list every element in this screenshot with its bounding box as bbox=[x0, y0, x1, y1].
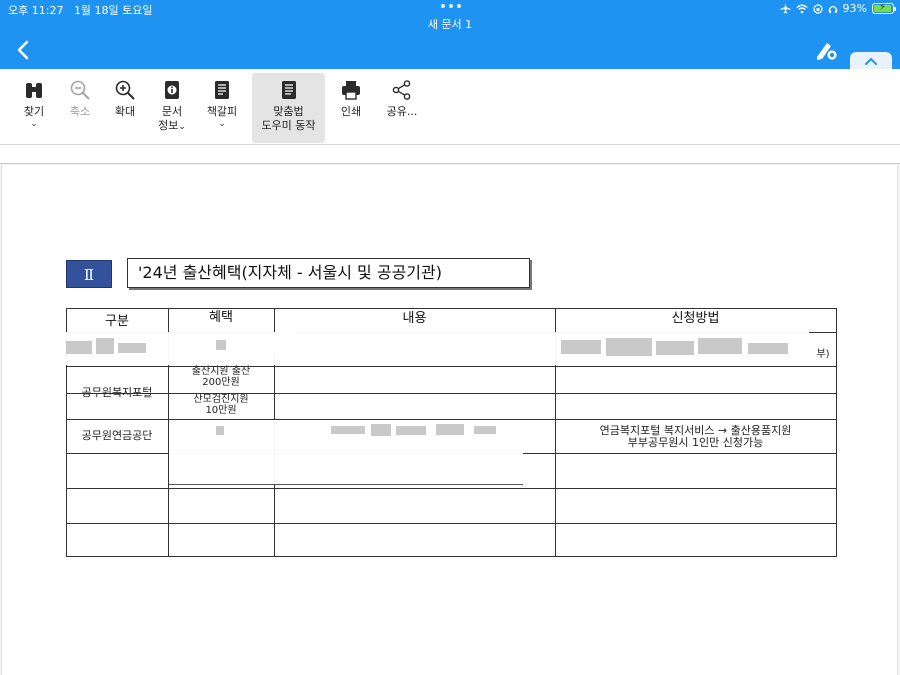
benefit-line: 200만원 bbox=[202, 377, 240, 388]
section-number-badge: Ⅱ bbox=[66, 260, 112, 288]
zoom-in-label: 확대 bbox=[114, 105, 136, 118]
benefit-line: 산모검진지원 bbox=[193, 394, 249, 405]
benefits-table: 구분 혜택 내용 신청방법 부) 공무원복지포털 출산지원 출산 200만원 산… bbox=[64, 308, 837, 557]
chevron-down-icon: ⌄ bbox=[218, 119, 226, 129]
orientation-lock-icon bbox=[812, 3, 823, 14]
chevron-left-icon bbox=[17, 40, 29, 60]
spellcheck-helper-button[interactable]: 맞춤법 도우미 동작 bbox=[252, 73, 325, 143]
previous-page-edge bbox=[0, 145, 900, 164]
chevron-down-icon: ⌄ bbox=[178, 122, 186, 132]
spellcheck-doc-icon bbox=[281, 81, 296, 99]
printer-icon bbox=[342, 81, 360, 100]
zoom-in-icon bbox=[115, 80, 135, 100]
benefit-line: 10만원 bbox=[205, 405, 237, 416]
share-label: 공유... bbox=[386, 105, 418, 118]
title-bar: 오후 11:27 1월 18일 토요일 93% ⚡ 새 문서 1 bbox=[0, 0, 900, 69]
header-content: 내용 bbox=[402, 311, 427, 326]
toolbar: 찾기 ⌄ 축소 확대 문서 정보⌄ 책갈피 ⌄ 맞춤법 도우미 동작 인쇄 공유… bbox=[0, 69, 900, 145]
document-title: 새 문서 1 bbox=[427, 18, 473, 31]
document-info-label-line2: 정보 bbox=[158, 119, 179, 132]
document-page: Ⅱ '24년 출산혜택(지자체 - 서울시 및 공공기관) 구분 혜택 내용 신… bbox=[1, 165, 898, 675]
header-benefit: 혜택 bbox=[209, 310, 233, 325]
benefit-cell: 산모검진지원 10만원 bbox=[168, 394, 274, 416]
document-info-label-line1: 문서 bbox=[161, 105, 183, 118]
battery-percent: 93% bbox=[842, 2, 867, 15]
pen-settings-button[interactable] bbox=[814, 37, 840, 63]
benefit-cell: 출산지원 출산 200만원 bbox=[168, 366, 274, 388]
bookmark-button[interactable]: 책갈피 ⌄ bbox=[200, 73, 244, 143]
print-button[interactable]: 인쇄 bbox=[331, 73, 371, 143]
benefit-line: 출산지원 출산 bbox=[191, 366, 251, 377]
zoom-out-button[interactable]: 축소 bbox=[60, 73, 100, 143]
status-indicators: 93% ⚡ bbox=[780, 2, 896, 15]
battery-icon: ⚡ bbox=[872, 2, 896, 14]
method-cell-fragment: 부) bbox=[816, 349, 830, 360]
spellcheck-helper-label-line2: 도우미 동작 bbox=[261, 119, 316, 132]
chevron-down-icon: ⌄ bbox=[30, 119, 38, 129]
document-info-label: 문서 정보⌄ bbox=[150, 105, 194, 134]
category-cell: 공무원연금공단 bbox=[81, 429, 153, 442]
find-label: 찾기 bbox=[23, 105, 45, 118]
multitask-dots-icon[interactable] bbox=[441, 4, 461, 8]
bookmark-label: 책갈피 bbox=[206, 105, 238, 118]
print-label: 인쇄 bbox=[340, 105, 362, 118]
find-button[interactable]: 찾기 ⌄ bbox=[14, 73, 54, 143]
wifi-icon bbox=[796, 4, 808, 13]
share-button[interactable]: 공유... bbox=[380, 73, 424, 143]
bookmark-icon bbox=[215, 81, 229, 99]
category-cell: 공무원복지포털 bbox=[81, 386, 153, 399]
info-icon bbox=[165, 81, 179, 99]
zoom-in-button[interactable]: 확대 bbox=[105, 73, 145, 143]
zoom-out-icon bbox=[70, 80, 90, 100]
zoom-out-label: 축소 bbox=[69, 105, 91, 118]
app-window: 오후 11:27 1월 18일 토요일 93% ⚡ 새 문서 1 찾기 ⌄ 축소… bbox=[0, 0, 900, 675]
back-button[interactable] bbox=[12, 38, 36, 62]
document-info-button[interactable]: 문서 정보⌄ bbox=[150, 73, 194, 143]
method-cell: 연금복지포털 복지서비스 → 출산용품지원 부부공무원시 1인만 신청가능 bbox=[555, 425, 836, 449]
chevron-up-icon bbox=[865, 57, 877, 65]
toolbar-collapse-button[interactable] bbox=[850, 52, 892, 69]
pen-settings-icon bbox=[817, 43, 838, 61]
header-category: 구분 bbox=[105, 314, 129, 329]
section-title: '24년 출산혜택(지자체 - 서울시 및 공공기관) bbox=[127, 258, 530, 288]
method-line: 부부공무원시 1인만 신청가능 bbox=[627, 436, 764, 449]
airplane-icon bbox=[780, 3, 791, 14]
header-method: 신청방법 bbox=[671, 311, 720, 326]
redacted-area bbox=[274, 332, 522, 349]
spellcheck-helper-label: 맞춤법 도우미 동작 bbox=[252, 105, 325, 133]
share-icon bbox=[392, 80, 411, 100]
headphones-icon bbox=[828, 5, 837, 13]
spellcheck-helper-label-line1: 맞춤법 bbox=[273, 105, 304, 118]
document-viewport[interactable]: Ⅱ '24년 출산혜택(지자체 - 서울시 및 공공기관) 구분 혜택 내용 신… bbox=[0, 145, 900, 675]
binoculars-icon bbox=[26, 83, 42, 98]
